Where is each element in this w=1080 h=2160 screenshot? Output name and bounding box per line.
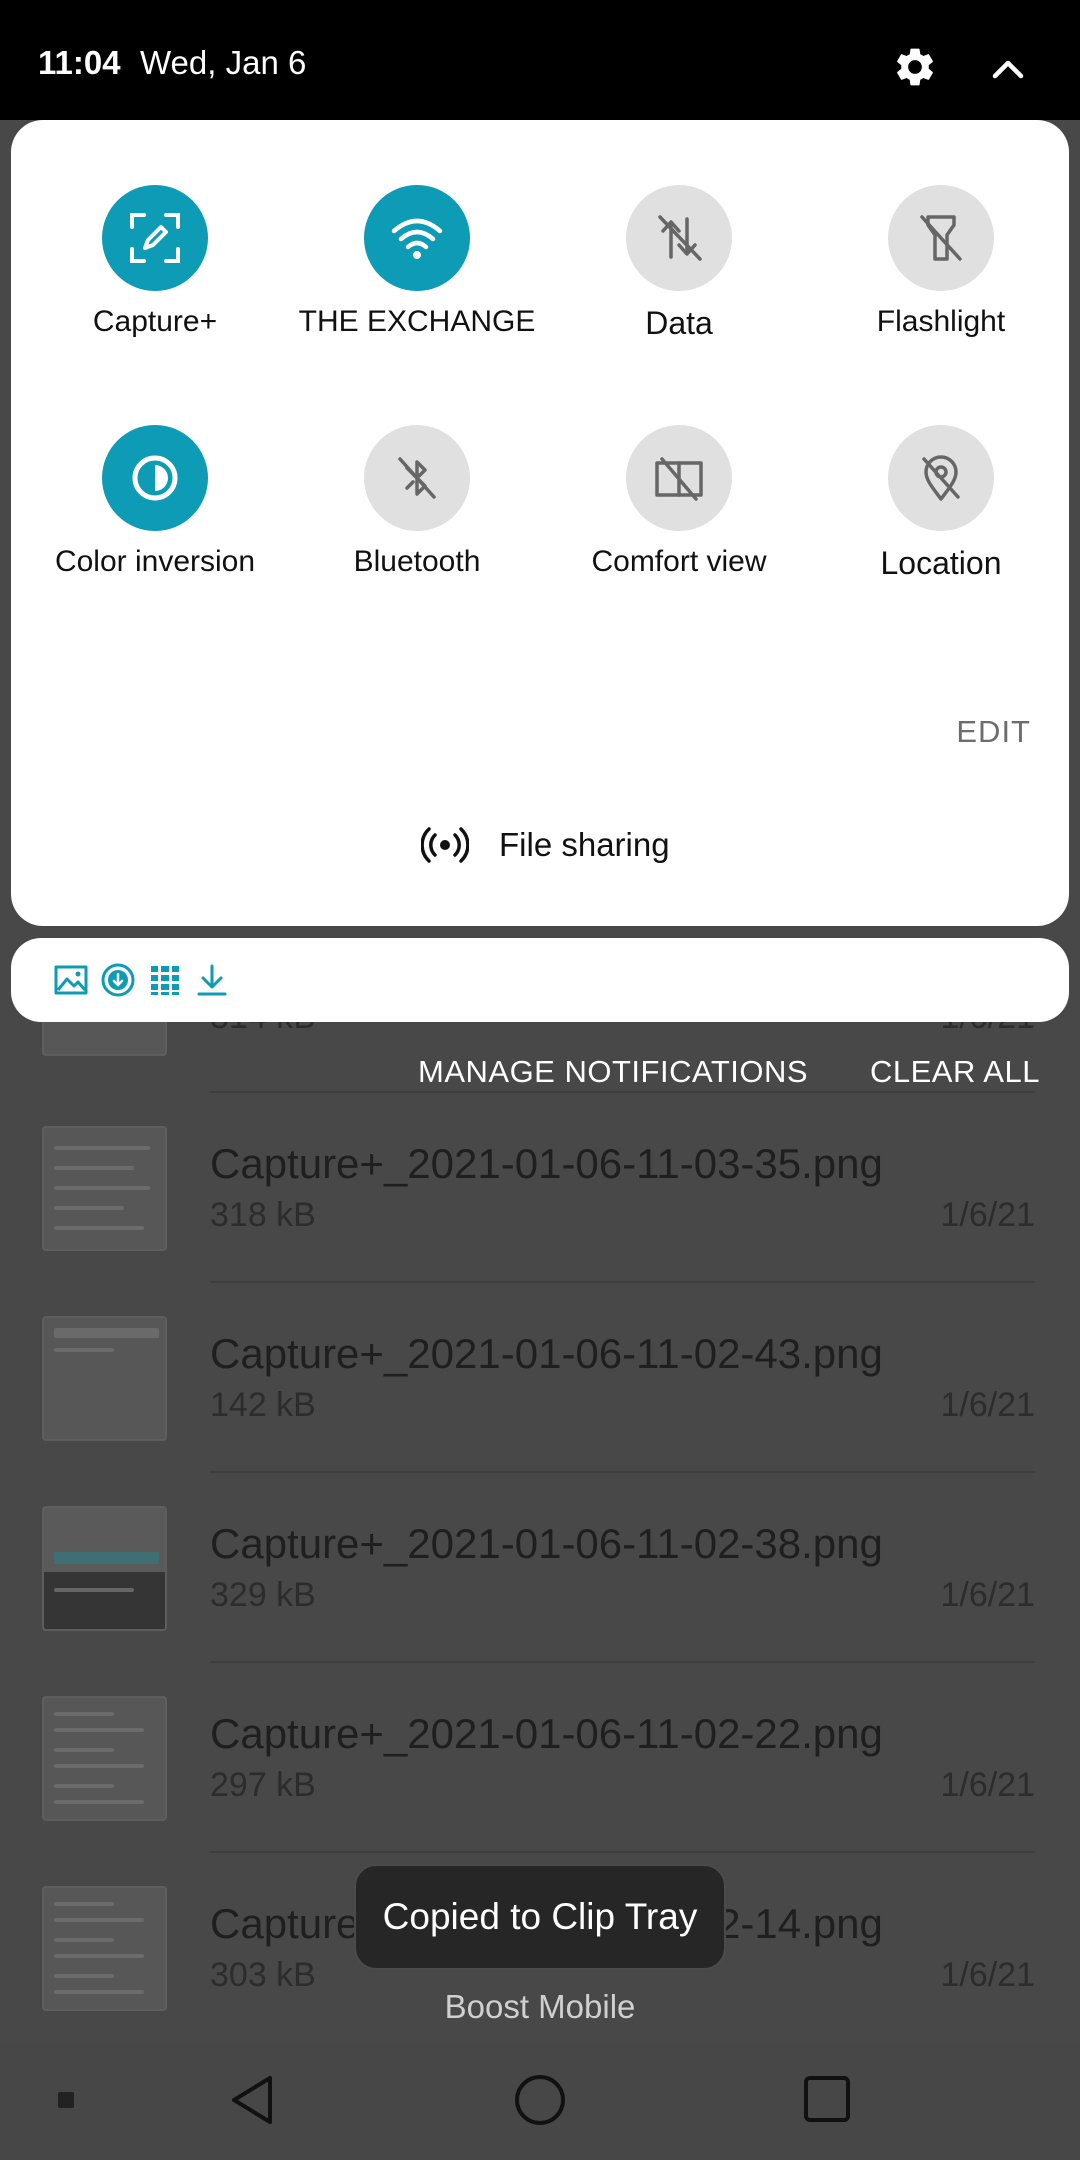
clear-all-button[interactable]: CLEAR ALL	[870, 1054, 1040, 1090]
file-size: 329 kB	[210, 1576, 316, 1614]
tile-flashlight[interactable]: Flashlight	[810, 185, 1072, 339]
tile-label: Flashlight	[876, 305, 1006, 338]
file-size: 297 kB	[210, 1766, 316, 1804]
bluetooth-off-icon[interactable]	[364, 425, 470, 531]
navigation-bar	[0, 2042, 1080, 2160]
tile-bluetooth[interactable]: Bluetooth	[286, 425, 548, 579]
quick-settings-panel: Capture+ THE EXCHANGE Data Flashlight Co…	[11, 120, 1069, 926]
carrier-label: Boost Mobile	[444, 1988, 636, 2025]
mobile-data-off-icon[interactable]	[626, 185, 732, 291]
manage-notifications-button[interactable]: MANAGE NOTIFICATIONS	[418, 1054, 808, 1090]
file-sharing-label: File sharing	[499, 826, 670, 863]
broadcast-icon	[421, 827, 469, 863]
tile-data[interactable]: Data	[548, 185, 810, 342]
image-icon	[54, 965, 88, 995]
gear-icon[interactable]	[892, 44, 938, 90]
divider	[210, 1851, 1035, 1853]
wifi-icon[interactable]	[364, 185, 470, 291]
status-bar: 11:04 Wed, Jan 6	[0, 0, 1080, 120]
divider	[210, 1281, 1035, 1283]
file-thumbnail	[42, 1316, 167, 1441]
file-size: 142 kB	[210, 1386, 316, 1424]
toast-text: Copied to Clip Tray	[382, 1896, 698, 1937]
file-date: 1/6/21	[940, 1576, 1035, 1614]
divider	[210, 1091, 1035, 1093]
tile-color-inversion[interactable]: Color inversion	[24, 425, 286, 579]
status-date: Wed, Jan 6	[140, 44, 307, 81]
tile-location[interactable]: Location	[810, 425, 1072, 582]
tile-comfort-view[interactable]: Comfort view	[548, 425, 810, 579]
comfort-view-off-icon[interactable]	[626, 425, 732, 531]
file-name: Capture+_2021-01-06-11-03-35.png	[210, 1140, 883, 1187]
download-circle-icon	[101, 963, 135, 997]
chevron-up-icon[interactable]	[990, 52, 1026, 82]
color-inversion-icon[interactable]	[102, 425, 208, 531]
toast: Copied to Clip Tray	[354, 1864, 726, 1970]
file-date: 1/6/21	[940, 1386, 1035, 1424]
file-name: Capture+_2021-01-06-11-02-22.png	[210, 1710, 883, 1757]
tile-label: Data	[645, 305, 713, 341]
file-sharing-button[interactable]: File sharing	[421, 820, 670, 870]
file-date: 1/6/21	[940, 1766, 1035, 1804]
divider	[210, 1661, 1035, 1663]
tile-capture-plus[interactable]: Capture+	[24, 185, 286, 339]
tile-label: Comfort view	[591, 545, 767, 578]
tile-label: Capture+	[92, 305, 218, 338]
flashlight-off-icon[interactable]	[888, 185, 994, 291]
file-thumbnail	[42, 1696, 167, 1821]
file-name: Capture+_2021-01-06-11-02-38.png	[210, 1520, 883, 1567]
divider	[210, 1471, 1035, 1473]
back-icon[interactable]	[226, 2072, 278, 2128]
tile-label: Bluetooth	[353, 545, 481, 578]
capture-plus-icon[interactable]	[102, 185, 208, 291]
notification-icon-strip[interactable]	[11, 938, 1069, 1022]
edit-button[interactable]: EDIT	[956, 714, 1031, 750]
status-time: 11:04	[38, 44, 121, 81]
file-name: Capture+_2021-01-06-11-02-43.png	[210, 1330, 883, 1377]
tile-label: THE EXCHANGE	[298, 305, 536, 338]
tile-wifi[interactable]: THE EXCHANGE	[286, 185, 548, 339]
location-off-icon[interactable]	[888, 425, 994, 531]
grid-icon	[151, 966, 179, 995]
file-thumbnail	[42, 1126, 167, 1251]
download-icon	[197, 964, 227, 996]
file-thumbnail	[42, 1506, 167, 1631]
file-size: 318 kB	[210, 1196, 316, 1234]
nav-indicator	[58, 2092, 74, 2108]
file-date: 1/6/21	[940, 1196, 1035, 1234]
tile-label: Location	[880, 545, 1002, 581]
tile-label: Color inversion	[54, 545, 256, 578]
recents-icon[interactable]	[802, 2074, 852, 2124]
home-icon[interactable]	[512, 2072, 568, 2128]
